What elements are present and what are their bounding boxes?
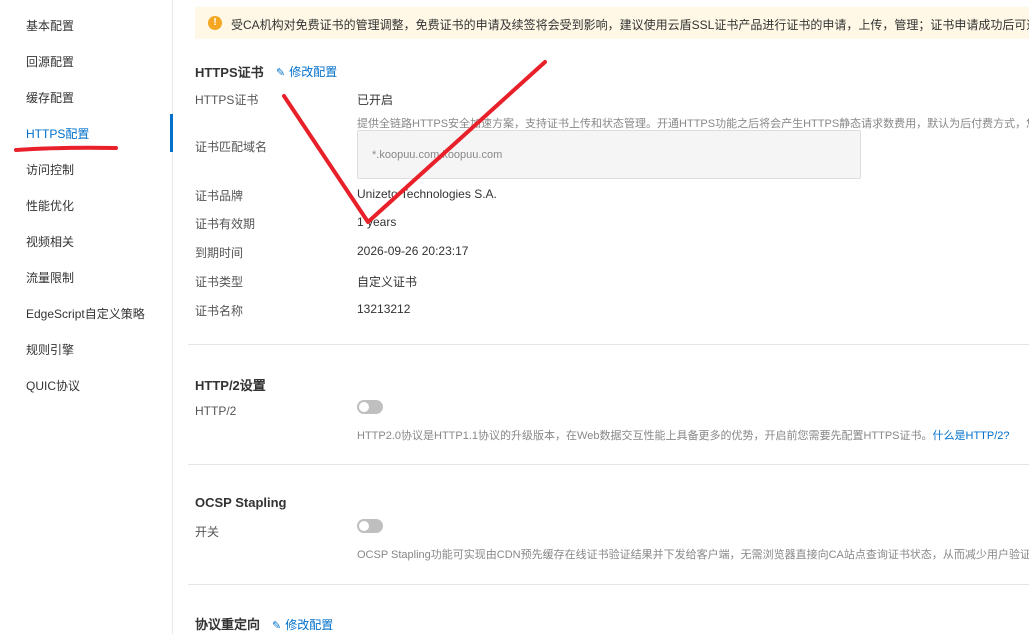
ocsp-toggle[interactable] <box>357 519 383 533</box>
sidebar: 基本配置 回源配置 缓存配置 HTTPS配置 访问控制 性能优化 视频相关 流量… <box>0 0 173 634</box>
sidebar-item-basic[interactable]: 基本配置 <box>26 18 74 34</box>
sidebar-item-traffic-limit[interactable]: 流量限制 <box>26 270 74 286</box>
sidebar-item-https[interactable]: HTTPS配置 <box>26 126 89 142</box>
validity-label: 证书有效期 <box>195 217 256 231</box>
ocsp-description: OCSP Stapling功能可实现由CDN预先缓存在线证书验证结果并下发给客户… <box>357 549 1029 561</box>
sidebar-item-quic[interactable]: QUIC协议 <box>26 378 80 394</box>
domain-field-value: *.koopuu.com,koopuu.com <box>372 149 503 161</box>
pencil-icon: ✎ <box>276 67 286 79</box>
domain-label: 证书匹配域名 <box>195 140 268 154</box>
cert-name-value: 13213212 <box>357 302 411 316</box>
http2-toggle[interactable] <box>357 400 383 414</box>
sidebar-item-rule-engine[interactable]: 规则引擎 <box>26 342 74 358</box>
redirect-section-title: 协议重定向 <box>195 617 261 632</box>
cert-type-value: 自定义证书 <box>357 275 418 289</box>
notice-banner: ! 受CA机构对免费证书的管理调整，免费证书的申请及续签将会受到影响，建议使用云… <box>195 7 1029 39</box>
http2-description: HTTP2.0协议是HTTP1.1协议的升级版本，在Web数据交互性能上具备更多… <box>357 427 1010 443</box>
validity-value: 1 years <box>357 215 397 229</box>
pencil-icon: ✎ <box>272 620 282 632</box>
main-content: ! 受CA机构对免费证书的管理调整，免费证书的申请及续签将会受到影响，建议使用云… <box>173 0 1029 634</box>
sidebar-item-cache[interactable]: 缓存配置 <box>26 90 74 106</box>
section-divider <box>188 344 1029 345</box>
brand-label: 证书品牌 <box>195 189 244 203</box>
cert-name-label: 证书名称 <box>195 304 244 318</box>
https-edit-label: 修改配置 <box>289 65 338 79</box>
ocsp-section-title: OCSP Stapling <box>195 495 287 510</box>
https-status-value: 已开启 <box>357 93 394 107</box>
section-divider <box>188 464 1029 465</box>
toggle-knob <box>359 402 369 412</box>
expire-label: 到期时间 <box>195 246 244 260</box>
http2-section-title: HTTP/2设置 <box>195 378 266 393</box>
sidebar-item-origin[interactable]: 回源配置 <box>26 54 74 70</box>
http2-description-text: HTTP2.0协议是HTTP1.1协议的升级版本，在Web数据交互性能上具备更多… <box>357 430 933 442</box>
https-label: HTTPS证书 <box>195 93 259 107</box>
ocsp-switch-label: 开关 <box>195 525 220 539</box>
sidebar-item-performance[interactable]: 性能优化 <box>26 198 74 214</box>
http2-help-link[interactable]: 什么是HTTP/2? <box>933 430 1010 442</box>
sidebar-item-access-control[interactable]: 访问控制 <box>26 162 74 178</box>
notice-text: 受CA机构对免费证书的管理调整，免费证书的申请及续签将会受到影响，建议使用云盾S… <box>231 18 1029 32</box>
https-edit-link[interactable]: ✎ 修改配置 <box>276 63 337 80</box>
https-section-title: HTTPS证书 <box>195 65 264 80</box>
https-description: 提供全链路HTTPS安全加速方案，支持证书上传和状态管理。开通HTTPS功能之后… <box>357 118 1029 130</box>
sidebar-item-video[interactable]: 视频相关 <box>26 234 74 250</box>
cert-type-label: 证书类型 <box>195 275 244 289</box>
expire-value: 2026-09-26 20:23:17 <box>357 244 469 258</box>
redirect-edit-label: 修改配置 <box>285 618 334 632</box>
http2-label: HTTP/2 <box>195 404 237 418</box>
brand-value: Unizeto Technologies S.A. <box>357 187 497 201</box>
toggle-knob <box>359 521 369 531</box>
sidebar-item-edgescript[interactable]: EdgeScript自定义策略 <box>26 306 145 322</box>
warning-icon: ! <box>208 16 222 30</box>
domain-field: *.koopuu.com,koopuu.com <box>357 130 861 179</box>
redirect-edit-link[interactable]: ✎ 修改配置 <box>272 616 333 633</box>
section-divider <box>188 584 1029 585</box>
